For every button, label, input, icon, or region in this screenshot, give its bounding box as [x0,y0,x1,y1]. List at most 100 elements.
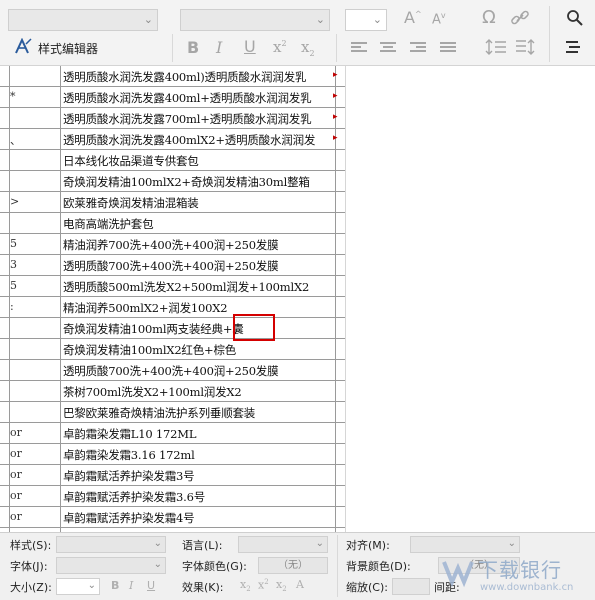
table-row[interactable]: 透明质酸水润洗发露700ml+透明质酸水润润发乳 ▸ [0,108,345,129]
underline-icon[interactable]: U [147,579,155,592]
cell-product-name[interactable]: 精油润养500mlX2+润发100X2 [63,300,335,316]
font-dropdown[interactable]: ⌄ [180,9,330,31]
table-row[interactable]: 透明质酸700洗+400洗+400润+250发膜 [0,360,345,381]
cell-code[interactable]: or [10,489,60,502]
cell-product-name[interactable]: 透明质酸水润洗发露400ml+透明质酸水润润发乳 [63,90,335,106]
cell-code[interactable]: 3 [10,258,60,271]
table-row[interactable]: 5 精油润养700洗+400洗+400润+250发膜 [0,234,345,255]
align-right-icon[interactable] [410,42,426,54]
style-editor-button[interactable]: 样式编辑器 [38,40,98,57]
superscript-icon[interactable]: x2 [273,38,287,56]
cell-product-name[interactable]: 巴黎欧莱雅奇焕精油洗护系列垂顺套装 [63,405,335,421]
table-row[interactable]: 电商高端洗护套包 [0,213,345,234]
paragraph-spacing-icon[interactable] [514,38,536,59]
search-icon[interactable] [566,9,584,30]
grid-line [345,66,346,532]
table-row[interactable]: or 卓韵霜赋活养护染发霜4号 [0,507,345,528]
cell-product-name[interactable]: 透明质酸700洗+400洗+400润+250发膜 [63,363,335,379]
cell-product-name[interactable]: 欧莱雅奇焕润发精油混箱装 [63,195,335,211]
align-justify-icon[interactable] [440,42,456,54]
table-row[interactable]: 奇焕润发精油100mlX2红色+棕色 [0,339,345,360]
table-row[interactable]: : 精油润养500mlX2+润发100X2 [0,297,345,318]
text-overflow-indicator-icon: ▸ [333,91,338,101]
font-grow-icon[interactable]: A^ [404,8,422,27]
chevron-down-icon: ⌄ [315,538,324,549]
cell-product-name[interactable]: 透明质酸700洗+400洗+400润+250发膜 [63,258,335,274]
table-row[interactable]: 5 透明质酸500ml洗发X2+500ml润发+100mlX2 [0,276,345,297]
cell-product-name[interactable]: 奇焕润发精油100ml两支装经典+囊 [63,321,335,337]
cell-product-name[interactable]: 卓韵霜赋活养护染发霜3.6号 [63,489,335,505]
style-select[interactable]: ⌄ [56,536,166,553]
table-row[interactable]: > 欧莱雅奇焕润发精油混箱装 [0,192,345,213]
table-row[interactable]: 奇焕润发精油100mlX2+奇焕润发精油30ml整箱 [0,171,345,192]
cell-product-name[interactable]: 电商高端洗护套包 [63,216,335,232]
table-row[interactable]: or 卓韵霜染发霜L10 172ML [0,423,345,444]
cell-code[interactable]: or [10,468,60,481]
cell-product-name[interactable]: 奇焕润发精油100mlX2红色+棕色 [63,342,335,358]
highlight-box [233,314,275,341]
line-spacing-icon[interactable] [485,38,507,59]
watermark-text: 下载银行 [478,558,562,582]
cell-code[interactable]: 5 [10,237,60,250]
language-label: 语言(L): [182,539,223,552]
cell-code[interactable]: 5 [10,279,60,292]
table-row[interactable]: or 卓韵霜染发霜3.16 172ml [0,444,345,465]
cell-code[interactable]: : [10,300,60,313]
cell-code[interactable]: * [10,90,60,103]
table-row[interactable]: 日本线化妆品渠道专供套包 [0,150,345,171]
table-row[interactable]: 巴黎欧莱雅奇焕精油洗护系列垂顺套装 [0,402,345,423]
text-overflow-indicator-icon: ▸ [333,70,338,80]
cell-code[interactable]: > [10,195,60,208]
zoom-input[interactable] [392,578,430,595]
cell-product-name[interactable]: 奇焕润发精油100mlX2+奇焕润发精油30ml整箱 [63,174,335,190]
cell-product-name[interactable]: 透明质酸水润洗发露400ml)透明质酸水润润发乳 [63,69,335,85]
cell-product-name[interactable]: 透明质酸水润洗发露400mlX2+透明质酸水润润发 [63,132,335,148]
align-select[interactable]: ⌄ [410,536,520,553]
font-size-dropdown[interactable]: ⌄ [345,9,387,31]
font-shrink-icon[interactable]: Av [432,11,446,27]
cell-product-name[interactable]: 卓韵霜赋活养护染发霜4号 [63,510,335,526]
size-select[interactable]: ⌄ [56,578,100,595]
cell-code[interactable]: 、 [10,132,60,148]
table-row[interactable]: 3 透明质酸700洗+400洗+400润+250发膜 [0,255,345,276]
superscript-icon[interactable]: x2 [258,578,269,592]
table-row[interactable]: 透明质酸水润洗发露400ml)透明质酸水润润发乳 ▸ [0,66,345,87]
cell-product-name[interactable]: 精油润养700洗+400洗+400润+250发膜 [63,237,335,253]
table-row[interactable]: or 卓韵霜赋活养护染发霜3号 [0,465,345,486]
subscript-icon[interactable]: x2 [301,38,315,58]
font-select[interactable]: ⌄ [56,557,166,574]
style-editor-icon[interactable] [14,37,32,57]
strikethrough-icon[interactable]: x2 [240,578,251,593]
cell-product-name[interactable]: 日本线化妆品渠道专供套包 [63,153,335,169]
table-row[interactable]: 、透明质酸水润洗发露400mlX2+透明质酸水润润发 ▸ [0,129,345,150]
cell-product-name[interactable]: 卓韵霜染发霜L10 172ML [63,426,335,442]
cell-product-name[interactable]: 透明质酸500ml洗发X2+500ml润发+100mlX2 [63,279,335,295]
italic-icon[interactable]: I [129,579,133,592]
table-row[interactable]: 茶树700ml洗发X2+100ml润发X2 [0,381,345,402]
shadow-effect-icon[interactable]: A [296,578,304,591]
cell-product-name[interactable]: 卓韵霜染发霜3.16 172ml [63,447,335,463]
subscript-icon[interactable]: x2 [276,578,287,593]
cell-code[interactable]: or [10,447,60,460]
bold-icon[interactable]: B [187,38,199,57]
align-left-icon[interactable] [351,42,367,54]
align-center-icon[interactable] [380,42,396,54]
table-row[interactable]: * 透明质酸水润洗发露400ml+透明质酸水润润发乳 ▸ [0,87,345,108]
font-color-picker[interactable]: （无） [258,557,328,574]
style-dropdown[interactable]: ⌄ [8,9,158,31]
italic-icon[interactable]: I [216,38,222,57]
toolbar-separator [549,6,550,62]
link-icon[interactable] [510,9,530,30]
outline-icon[interactable] [566,40,588,59]
bold-icon[interactable]: B [111,579,119,592]
language-select[interactable]: ⌄ [238,536,328,553]
cell-product-name[interactable]: 茶树700ml洗发X2+100ml润发X2 [63,384,335,400]
table-row[interactable]: or 卓韵霜赋活养护染发霜3.6号 [0,486,345,507]
cell-code[interactable]: or [10,510,60,523]
cell-product-name[interactable]: 卓韵霜赋活养护染发霜3号 [63,468,335,484]
underline-icon[interactable]: U [244,37,256,56]
cell-product-name[interactable]: 透明质酸水润洗发露700ml+透明质酸水润润发乳 [63,111,335,127]
table-row[interactable]: 奇焕润发精油100ml两支装经典+囊 [0,318,345,339]
cell-code[interactable]: or [10,426,60,439]
omega-icon[interactable]: Ω [482,7,496,28]
